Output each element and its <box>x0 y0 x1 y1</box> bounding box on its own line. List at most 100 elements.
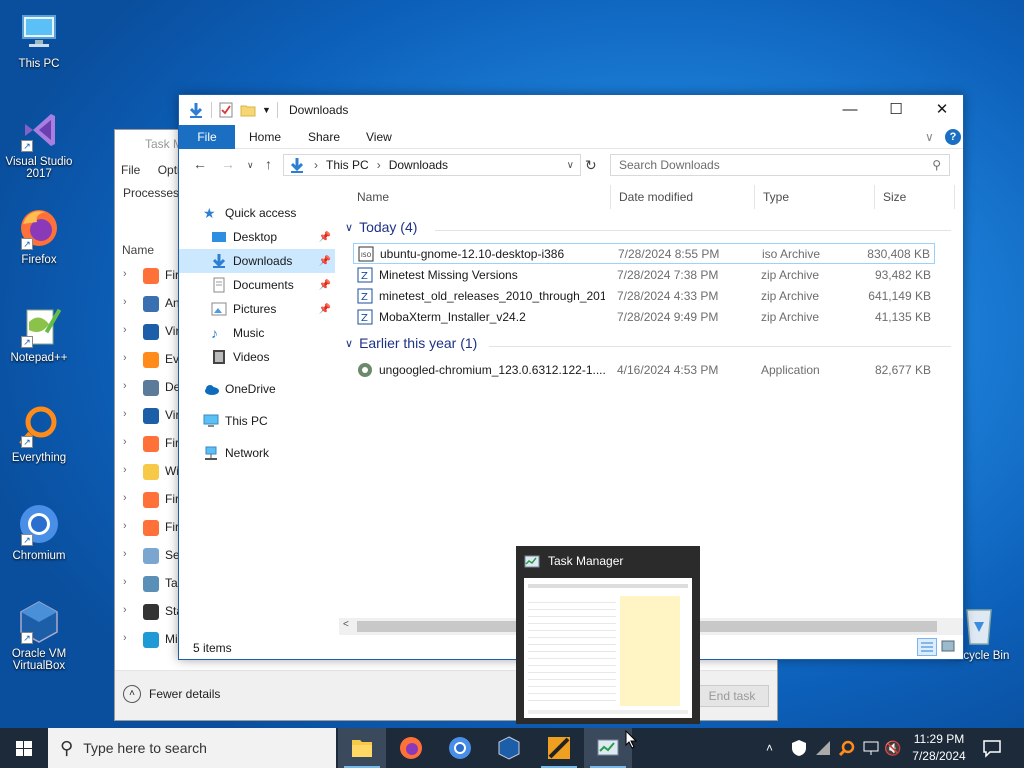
ribbon-tab-view[interactable]: View <box>366 125 392 149</box>
network-icon[interactable] <box>862 739 880 768</box>
column-header-type[interactable]: Type <box>755 185 875 209</box>
large-icons-view-icon[interactable] <box>939 638 959 656</box>
everything-tray-icon[interactable] <box>838 739 856 768</box>
process-row[interactable]: › Mi <box>115 626 185 654</box>
process-row[interactable]: › De <box>115 374 185 402</box>
pin-icon[interactable]: 📌 <box>319 304 331 315</box>
fewer-details-button[interactable]: ˄ Fewer details <box>123 685 220 703</box>
nav-documents[interactable]: Documents 📌 <box>179 273 335 297</box>
desktop-icon-chromium[interactable]: ↗ Chromium <box>2 500 76 562</box>
taskbar-search-box[interactable]: ⚲ Type here to search <box>48 728 336 768</box>
column-header-name[interactable]: Name <box>349 185 611 209</box>
process-row[interactable]: › Fir <box>115 430 185 458</box>
pin-icon[interactable]: 📌 <box>319 280 331 291</box>
thumbnail-preview <box>524 578 692 718</box>
security-shield-icon[interactable] <box>790 739 808 768</box>
start-button[interactable] <box>0 728 48 768</box>
process-row[interactable]: › Ta <box>115 570 185 598</box>
recent-chevron-icon[interactable]: ∨ <box>247 160 254 171</box>
end-task-button[interactable]: End task <box>695 685 769 707</box>
scroll-left-icon[interactable]: < <box>343 619 349 630</box>
help-icon[interactable]: ? <box>945 129 961 145</box>
column-header-size[interactable]: Size <box>875 185 955 209</box>
nav-videos[interactable]: Videos <box>179 345 335 369</box>
group-today[interactable]: ∨ Today (4) <box>345 219 417 235</box>
zip-archive-icon: Z <box>357 309 373 324</box>
details-view-icon[interactable] <box>917 638 937 656</box>
task-manager-thumbnail[interactable]: Task Manager <box>516 546 700 724</box>
pin-icon[interactable]: 📌 <box>319 232 331 243</box>
ribbon-tab-file[interactable]: File <box>179 125 235 149</box>
breadcrumb-downloads[interactable]: Downloads <box>389 158 448 172</box>
breadcrumb-this-pc[interactable]: This PC <box>326 158 369 172</box>
taskbar-firefox[interactable] <box>387 728 435 768</box>
chevron-down-icon[interactable]: ∨ <box>925 125 934 149</box>
taskbar-chromium[interactable] <box>436 728 484 768</box>
process-row[interactable]: › Fir <box>115 514 185 542</box>
maximize-button[interactable]: ☐ <box>873 95 919 125</box>
process-row[interactable]: › Fir <box>115 486 185 514</box>
new-folder-icon[interactable] <box>240 102 256 118</box>
minimize-button[interactable]: — <box>827 95 873 125</box>
pin-icon[interactable]: 📌 <box>319 256 331 267</box>
forward-arrow-icon[interactable]: → <box>221 156 235 172</box>
address-dropdown-icon[interactable]: ∨ <box>567 160 574 171</box>
nav-onedrive[interactable]: OneDrive <box>179 377 335 401</box>
process-row[interactable]: › Vir <box>115 402 185 430</box>
ribbon-tab-share[interactable]: Share <box>308 125 340 149</box>
desktop-icon-visual-studio[interactable]: ↗ Visual Studio 2017 <box>2 106 76 180</box>
nav-music[interactable]: ♪ Music <box>179 321 335 345</box>
tab-processes[interactable]: Processes <box>123 186 179 200</box>
process-row[interactable]: › Vir <box>115 318 185 346</box>
file-name: MobaXterm_Installer_v24.2 <box>379 309 526 324</box>
nav-desktop[interactable]: Desktop 📌 <box>179 225 335 249</box>
desktop-icon-this-pc[interactable]: This PC <box>2 8 76 70</box>
desktop-icon-firefox[interactable]: ↗ Firefox <box>2 204 76 266</box>
column-header-date[interactable]: Date modified <box>611 185 755 209</box>
volume-muted-icon[interactable]: 🔇 <box>884 728 901 768</box>
chevron-right-icon: › <box>123 604 127 616</box>
process-row[interactable]: › Fir <box>115 262 185 290</box>
properties-icon[interactable] <box>218 102 234 118</box>
file-row[interactable]: ungoogled-chromium_123.0.6312.122-1.... 4… <box>353 359 935 380</box>
process-row[interactable]: › An <box>115 290 185 318</box>
chevron-down-icon[interactable]: ▼ <box>262 105 271 115</box>
process-row[interactable]: › Ev <box>115 346 185 374</box>
ribbon-tab-home[interactable]: Home <box>249 125 281 149</box>
desktop-icon-notepadpp[interactable]: ↗ Notepad++ <box>2 302 76 364</box>
nav-pictures[interactable]: Pictures 📌 <box>179 297 335 321</box>
search-input[interactable]: Search Downloads ⚲ <box>610 154 950 176</box>
nav-network[interactable]: Network <box>179 441 335 465</box>
shortcut-arrow-icon: ↗ <box>21 436 33 448</box>
nav-this-pc[interactable]: This PC <box>179 409 335 433</box>
menu-file[interactable]: File <box>121 163 140 177</box>
up-arrow-icon[interactable]: ↑ <box>265 156 272 172</box>
nav-quick-access[interactable]: ★ Quick access <box>203 201 359 225</box>
back-arrow-icon[interactable]: ← <box>193 156 207 172</box>
music-note-icon: ♪ <box>211 325 218 341</box>
address-box[interactable]: › This PC › Downloads ∨ <box>283 154 581 176</box>
process-row[interactable]: › Wi <box>115 458 185 486</box>
tray-overflow-chevron-icon[interactable]: ˄ <box>766 728 773 768</box>
desktop-icon-virtualbox[interactable]: ↗ Oracle VM VirtualBox <box>2 598 76 672</box>
file-row[interactable]: ISO ubuntu-gnome-12.10-desktop-i386 7/28/2… <box>353 243 935 264</box>
notifications-icon[interactable] <box>982 738 1002 768</box>
column-name[interactable]: Name <box>122 243 154 257</box>
taskbar-clock[interactable]: 11:29 PM 7/28/2024 <box>900 731 978 765</box>
file-row[interactable]: Zminetest_old_releases_2010_through_201.… <box>353 285 935 306</box>
taskbar-file-explorer[interactable] <box>338 728 386 768</box>
refresh-icon[interactable]: ↻ <box>585 157 597 174</box>
file-row[interactable]: Z MobaXterm_Installer_v24.2 7/28/2024 9:49… <box>353 306 935 327</box>
process-row[interactable]: › Sta <box>115 598 185 626</box>
process-row[interactable]: › Se <box>115 542 185 570</box>
network-disconnected-icon[interactable] <box>814 739 832 768</box>
chevron-right-icon: › <box>123 324 127 336</box>
group-earlier-this-year[interactable]: ∨ Earlier this year (1) <box>345 335 477 351</box>
explorer-titlebar[interactable]: ▼ Downloads — ☐ ✕ <box>179 95 963 125</box>
file-row[interactable]: Z Minetest Missing Versions 7/28/2024 7:38… <box>353 264 935 285</box>
taskbar-virtualbox[interactable] <box>485 728 533 768</box>
taskbar-app[interactable] <box>535 728 583 768</box>
desktop-icon-everything[interactable]: ↗ Everything <box>2 402 76 464</box>
close-button[interactable]: ✕ <box>919 95 965 125</box>
nav-downloads[interactable]: Downloads 📌 <box>179 249 335 273</box>
